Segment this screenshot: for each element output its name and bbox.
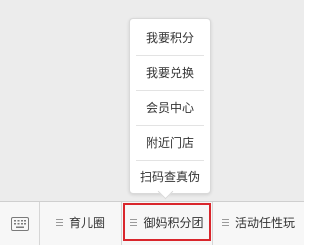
tab-label: 活动任性玩	[234, 216, 295, 230]
highlight-annotation-box	[123, 203, 211, 241]
submenu-item-earn-points[interactable]: 我要积分	[130, 21, 210, 55]
submenu-item-redeem[interactable]: 我要兑换	[130, 56, 210, 90]
submenu-item-nearby-stores[interactable]: 附近门店	[130, 126, 210, 160]
submenu-item-member-center[interactable]: 会员中心	[130, 91, 210, 125]
keyboard-toggle-button[interactable]	[0, 202, 40, 245]
chat-screen: 我要积分 我要兑换 会员中心 附近门店 扫码查真伪 育儿圈 御妈积分团 活动任性…	[0, 0, 304, 245]
tab-parenting-circle[interactable]: 育儿圈	[41, 202, 120, 245]
menu-lines-icon	[221, 219, 229, 226]
keyboard-icon	[11, 216, 29, 235]
submenu-popup: 我要积分 我要兑换 会员中心 附近门店 扫码查真伪	[129, 18, 211, 194]
menu-lines-icon	[55, 219, 63, 226]
tab-label: 育儿圈	[68, 216, 105, 230]
tab-activities[interactable]: 活动任性玩	[213, 202, 304, 245]
